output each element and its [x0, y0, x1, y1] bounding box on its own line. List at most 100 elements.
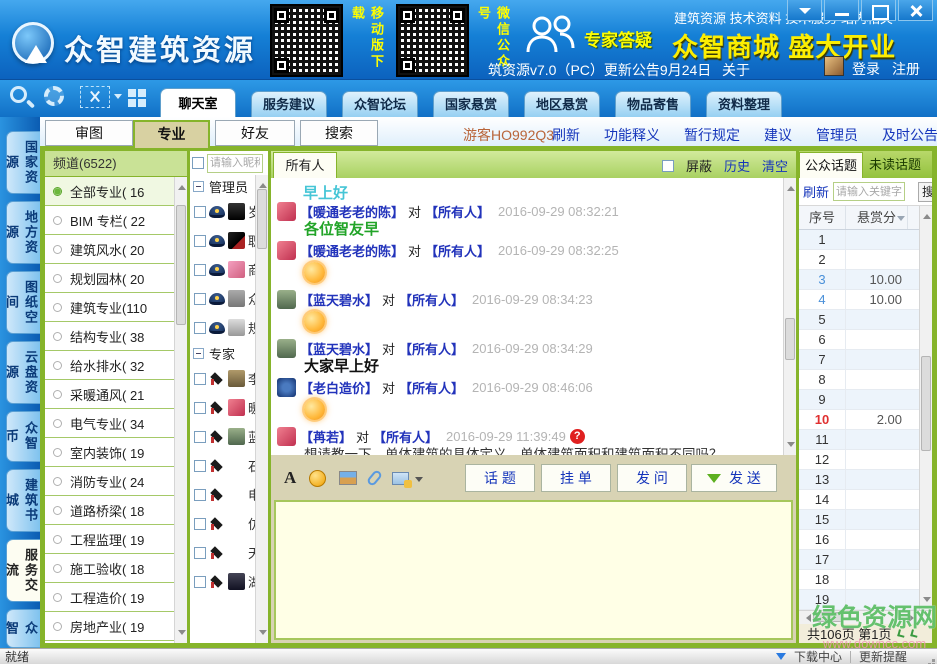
topic-row[interactable]: 7 — [799, 350, 920, 370]
emoticon-icon[interactable] — [309, 470, 326, 487]
radio-icon[interactable] — [53, 303, 62, 312]
collapse-icon[interactable] — [193, 348, 204, 359]
topic-row[interactable]: 2 — [799, 250, 920, 270]
register-link[interactable]: 注册 — [892, 59, 920, 79]
radio-icon[interactable] — [53, 245, 62, 254]
topic-row[interactable]: 16 — [799, 530, 920, 550]
topic-tab[interactable]: 未读话题 — [863, 152, 927, 178]
block-checkbox[interactable] — [662, 160, 674, 172]
ask-button[interactable]: 发 问 — [617, 464, 687, 492]
channel-item[interactable]: 给水排水( 32 — [45, 351, 187, 380]
search-button[interactable]: 搜 — [918, 182, 932, 202]
minimize-button[interactable] — [824, 0, 859, 21]
channel-item[interactable]: BIM 专栏( 22 — [45, 206, 187, 235]
topic-row[interactable]: 10 2.00 — [799, 410, 920, 430]
user-avatar[interactable] — [824, 56, 844, 76]
member-checkbox[interactable] — [194, 489, 206, 501]
member-checkbox[interactable] — [194, 322, 206, 334]
screenshot-scissors-icon[interactable] — [80, 86, 110, 108]
member-checkbox[interactable] — [194, 460, 206, 472]
chat-scrollbar[interactable] — [783, 178, 796, 455]
quick-link[interactable]: 暂行规定 — [684, 125, 740, 145]
screenshot-dropdown-icon[interactable] — [114, 94, 122, 103]
collapse-icon[interactable] — [193, 181, 204, 192]
topic-button[interactable]: 话 题 — [465, 464, 535, 492]
channel-item[interactable]: 采暖通风( 21 — [45, 380, 187, 409]
font-icon[interactable]: A — [284, 468, 296, 488]
quick-link[interactable]: 建议 — [764, 125, 792, 145]
topic-row[interactable]: 9 — [799, 390, 920, 410]
recipient-name[interactable]: 【所有人】 — [425, 241, 490, 260]
sender-name[interactable]: 【蓝天碧水】 — [300, 290, 378, 309]
channel-item[interactable]: 房地产业( 19 — [45, 612, 187, 641]
quick-link[interactable]: 刷新 — [552, 125, 580, 145]
capture-dropdown-icon[interactable] — [415, 477, 423, 486]
sidebar-item[interactable]: 地方资源 — [6, 201, 40, 264]
topic-scrollbar[interactable] — [919, 206, 932, 610]
attachment-icon[interactable] — [366, 469, 383, 487]
recipient-name[interactable]: 【所有人】 — [399, 378, 464, 397]
expert-qa-label[interactable]: 专家答疑 — [584, 26, 652, 51]
channel-item[interactable]: 工程造价( 19 — [45, 583, 187, 612]
sort-icon[interactable] — [897, 216, 905, 225]
tab-friends[interactable]: 好友 — [215, 120, 295, 146]
recipient-name[interactable]: 【所有人】 — [373, 427, 438, 446]
tab-review[interactable]: 审图 — [45, 120, 133, 146]
member-checkbox[interactable] — [194, 576, 206, 588]
member-checkbox[interactable] — [194, 547, 206, 559]
sender-avatar[interactable] — [277, 202, 296, 221]
resize-grip[interactable] — [932, 659, 935, 662]
member-scrollbar[interactable] — [255, 175, 268, 643]
sidebar-item[interactable]: 建筑书城 — [6, 469, 40, 532]
member-checkbox[interactable] — [194, 293, 206, 305]
message-input-area[interactable] — [274, 500, 793, 640]
main-tab[interactable]: 国家悬赏 — [433, 91, 509, 117]
radio-icon[interactable] — [53, 361, 62, 370]
about-link[interactable]: 关于 — [722, 60, 750, 80]
channel-item[interactable]: 建筑专业(110 — [45, 293, 187, 322]
topic-row[interactable]: 5 — [799, 310, 920, 330]
radio-icon[interactable] — [53, 477, 62, 486]
sidebar-item[interactable]: 服务交流 — [6, 539, 40, 602]
clear-link[interactable]: 清空 — [762, 156, 788, 175]
member-checkbox[interactable] — [194, 518, 206, 530]
main-tab[interactable]: 服务建议 — [251, 91, 327, 117]
member-checkbox[interactable] — [194, 402, 206, 414]
radio-icon[interactable] — [53, 216, 62, 225]
sidebar-item[interactable]: 国家资源 — [6, 131, 40, 194]
member-checkbox[interactable] — [194, 235, 206, 247]
topic-row[interactable]: 8 — [799, 370, 920, 390]
radio-icon[interactable] — [53, 535, 62, 544]
sender-name[interactable]: 【苒若】 — [300, 427, 352, 446]
radio-icon[interactable] — [53, 390, 62, 399]
radio-icon[interactable] — [53, 564, 62, 573]
topic-row[interactable]: 11 — [799, 430, 920, 450]
main-tab[interactable]: 聊天室 — [160, 88, 236, 117]
topic-horizontal-scrollbar[interactable] — [799, 610, 932, 624]
tab-search[interactable]: 搜索 — [300, 120, 378, 146]
topic-row[interactable]: 13 — [799, 470, 920, 490]
update-notice[interactable]: 筑资源v7.0（PC）更新公告9月24日 — [488, 60, 711, 80]
sender-avatar[interactable] — [277, 290, 296, 309]
window-menu-button[interactable] — [787, 0, 822, 21]
sender-avatar[interactable] — [277, 241, 296, 260]
channel-item[interactable]: 电气专业( 34 — [45, 409, 187, 438]
close-button[interactable] — [898, 0, 933, 21]
main-tab[interactable]: 物品寄售 — [615, 91, 691, 117]
topic-tab[interactable]: 公众话题 — [799, 152, 863, 178]
pager-arrow-icon[interactable] — [897, 629, 906, 638]
recipient-name[interactable]: 【所有人】 — [425, 202, 490, 221]
channel-item[interactable]: 建筑风水( 20 — [45, 235, 187, 264]
maximize-button[interactable] — [861, 0, 896, 21]
sidebar-item[interactable]: 图纸空间 — [6, 271, 40, 334]
sidebar-item[interactable]: 众智币 — [6, 411, 40, 462]
radio-icon[interactable] — [53, 274, 62, 283]
refresh-link[interactable]: 刷新 — [803, 182, 829, 201]
topic-row[interactable]: 19 — [799, 590, 920, 610]
select-all-checkbox[interactable] — [192, 157, 204, 169]
tab-profession[interactable]: 专业 — [133, 120, 210, 148]
topic-row[interactable]: 4 10.00 — [799, 290, 920, 310]
apps-grid-icon[interactable] — [128, 89, 136, 97]
topic-row[interactable]: 3 10.00 — [799, 270, 920, 290]
channel-item[interactable]: 规划园林( 20 — [45, 264, 187, 293]
